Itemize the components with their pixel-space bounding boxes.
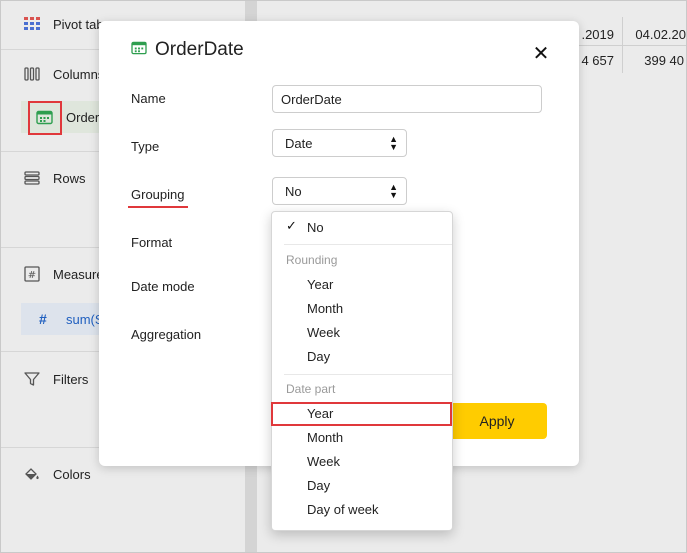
measures-icon: #	[23, 265, 41, 283]
app-window: Pivot tab Columns Order Rows # Measure #…	[0, 0, 687, 553]
highlight-box-year-option	[271, 402, 452, 426]
table-header-cell: .2019	[581, 27, 614, 42]
svg-text:#: #	[28, 270, 36, 281]
sort-arrows-icon: ▲ ▼	[389, 182, 398, 200]
name-field[interactable]	[272, 85, 542, 113]
dropdown-group-rounding: Rounding	[286, 253, 338, 267]
rows-icon	[23, 169, 41, 187]
close-icon[interactable]: ✕	[531, 43, 551, 65]
dropdown-option-datepart-day-of-week[interactable]: Day of week	[272, 498, 452, 520]
dropdown-divider	[284, 244, 452, 245]
filters-label: Filters	[53, 371, 89, 387]
filters-header: Filters	[23, 370, 88, 388]
columns-header: Columns	[23, 65, 104, 83]
pivot-table-icon	[23, 15, 41, 33]
hash-icon: #	[39, 311, 47, 327]
type-select-value: Date	[285, 135, 313, 151]
rows-header: Rows	[23, 169, 86, 187]
dropdown-option-label: Week	[307, 453, 340, 469]
grouping-dropdown-menu: ✓ No Rounding Year Month Week Day Date p…	[271, 211, 453, 531]
dropdown-option-datepart-day[interactable]: Day	[272, 474, 452, 496]
dialog-title-text: OrderDate	[155, 39, 244, 60]
columns-icon	[23, 65, 41, 83]
dropdown-option-rounding-week[interactable]: Week	[272, 321, 452, 343]
calendar-icon[interactable]	[36, 110, 53, 128]
dropdown-option-no[interactable]: ✓ No	[272, 216, 452, 238]
grouping-select[interactable]: No ▲ ▼	[272, 177, 407, 205]
dropdown-option-label: Month	[307, 300, 344, 316]
table-cell: 4 657	[581, 53, 614, 68]
name-label: Name	[131, 91, 166, 106]
dropdown-option-datepart-week[interactable]: Week	[272, 450, 452, 472]
dropdown-option-label: No	[307, 219, 324, 235]
dropdown-divider	[284, 374, 452, 375]
filter-icon	[23, 370, 41, 388]
apply-button[interactable]: Apply	[447, 403, 547, 439]
dropdown-option-rounding-month[interactable]: Month	[272, 297, 452, 319]
dropdown-option-datepart-month[interactable]: Month	[272, 426, 452, 448]
dropdown-option-label: Day	[307, 348, 331, 364]
dropdown-option-label: Day of week	[307, 501, 379, 517]
grouping-label: Grouping	[131, 187, 185, 202]
checkmark-icon: ✓	[286, 218, 297, 233]
colors-label: Colors	[53, 466, 91, 482]
measure-field-label: sum(S	[66, 311, 104, 327]
sort-arrows-icon: ▲ ▼	[389, 134, 398, 152]
measures-label: Measure	[53, 266, 104, 282]
paint-bucket-icon	[23, 465, 41, 483]
table-column: 04.02.20 399 40	[623, 17, 686, 73]
dropdown-option-rounding-year[interactable]: Year	[272, 273, 452, 295]
dropdown-option-rounding-day[interactable]: Day	[272, 345, 452, 367]
sidebar-item-pivot-table[interactable]: Pivot tab	[23, 15, 104, 33]
dialog-title: OrderDate	[131, 39, 244, 61]
columns-label: Columns	[53, 66, 105, 82]
grouping-label-underline	[128, 206, 188, 208]
column-field-label: Order	[66, 109, 100, 125]
aggregation-label: Aggregation	[131, 327, 202, 342]
dropdown-group-date-part: Date part	[286, 382, 336, 396]
grouping-select-value: No	[285, 183, 302, 199]
table-cell: 399 40	[644, 53, 684, 68]
dropdown-option-label: Week	[307, 324, 340, 340]
date-mode-label: Date mode	[131, 279, 195, 294]
rows-label: Rows	[53, 170, 86, 186]
measures-header: # Measure	[23, 265, 104, 283]
dropdown-option-label: Year	[307, 276, 334, 292]
dropdown-option-label: Day	[307, 477, 331, 493]
type-label: Type	[131, 139, 160, 154]
calendar-icon	[131, 39, 147, 61]
sidebar-item-label: Pivot tab	[53, 16, 104, 32]
type-select[interactable]: Date ▲ ▼	[272, 129, 407, 157]
colors-header: Colors	[23, 465, 91, 483]
format-label: Format	[131, 235, 173, 250]
table-header-cell: 04.02.20	[635, 27, 686, 42]
dropdown-option-label: Month	[307, 429, 344, 445]
